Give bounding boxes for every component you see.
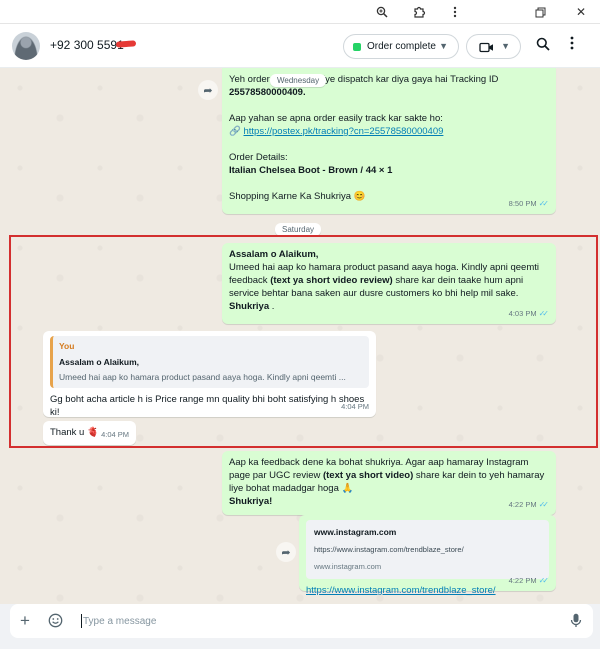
message-text: Aap ka feedback dene ka bohat shukriya. … [229, 457, 529, 468]
message-time: 4:22 PM [508, 500, 537, 509]
chevron-down-icon: ▼ [439, 41, 448, 51]
message-text: Shopping Karne Ka Shukriya 😊 [229, 191, 366, 202]
chat-messages[interactable]: ➦ Yeh order riye dispatch kar diya gaya h… [0, 68, 600, 604]
close-icon[interactable]: ✕ [571, 2, 591, 22]
preview-title: www.instagram.com [314, 527, 397, 537]
message-meta: 4:22 PM ✓✓ [509, 574, 549, 587]
extensions-icon[interactable] [409, 2, 429, 22]
composer: + [10, 604, 593, 638]
annotation-highlight-box [9, 235, 598, 448]
message-bubble-outgoing[interactable]: www.instagram.com https://www.instagram.… [299, 515, 556, 596]
redaction-mark [115, 40, 137, 48]
date-separator: Wednesday [270, 74, 327, 87]
message-meta: 8:50 PM ✓✓ [509, 197, 549, 210]
tracking-link-line: 🔗 https://postex.pk/tracking?cn=25578580… [229, 125, 549, 138]
message-meta: 4:22 PM ✓✓ [509, 498, 549, 511]
link-preview-card[interactable]: www.instagram.com https://www.instagram.… [306, 520, 549, 579]
tracking-link[interactable]: https://postex.pk/tracking?cn=2557858000… [243, 126, 443, 137]
emoji-icon[interactable] [48, 613, 63, 631]
message-bubble-outgoing[interactable]: Yeh order riye dispatch kar diya gaya hai… [222, 68, 556, 214]
contact-name[interactable]: +92 300 5591 [50, 38, 124, 52]
label-tag-icon [353, 42, 361, 51]
composer-bar: + [0, 604, 600, 649]
avatar[interactable] [12, 32, 40, 60]
message-closing: Shukriya! [229, 496, 273, 507]
read-receipt-icon: ✓✓ [538, 500, 550, 509]
search-icon[interactable] [536, 37, 550, 54]
order-status-label: Order complete [367, 41, 436, 52]
preview-domain: www.instagram.com [314, 562, 382, 571]
preview-url: https://www.instagram.com/trendblaze_sto… [314, 545, 464, 554]
product-name: Italian Chelsea Boot - Brown / 44 × 1 [229, 165, 393, 176]
browser-titlebar: ✕ [0, 0, 600, 24]
message-bubble-outgoing[interactable]: Aap ka feedback dene ka bohat shukriya. … [222, 451, 556, 515]
more-vert-icon[interactable] [445, 2, 465, 22]
chevron-down-icon: ▼ [501, 41, 510, 51]
text-cursor [81, 614, 82, 628]
message-text: Aap yahan se apna order easily track kar… [229, 113, 443, 124]
video-call-button[interactable]: ▼ [466, 34, 521, 59]
video-camera-icon [479, 42, 493, 53]
message-time: 4:22 PM [508, 576, 537, 585]
message-text: Order Details: [229, 152, 288, 163]
message-input[interactable] [83, 612, 543, 630]
read-receipt-icon: ✓✓ [538, 199, 550, 208]
microphone-icon[interactable] [570, 613, 582, 631]
zoom-icon[interactable] [372, 2, 392, 22]
forward-icon[interactable]: ➦ [276, 542, 296, 562]
link-icon: 🔗 [229, 126, 241, 137]
read-receipt-icon: ✓✓ [538, 576, 550, 585]
tracking-id: 25578580000409. [229, 87, 306, 98]
message-text: page par UGC review (text ya short video… [229, 470, 545, 481]
order-status-dropdown[interactable]: Order complete ▼ [343, 34, 459, 59]
menu-icon[interactable] [570, 36, 574, 53]
message-time: 8:50 PM [508, 199, 537, 208]
forward-icon[interactable]: ➦ [198, 80, 218, 100]
restore-icon[interactable] [530, 2, 550, 22]
chat-header: +92 300 5591 Order complete ▼ ▼ [0, 24, 600, 68]
attach-plus-icon[interactable]: + [20, 611, 30, 631]
message-text: liye bohat madadgar hoga 🙏 [229, 483, 354, 494]
